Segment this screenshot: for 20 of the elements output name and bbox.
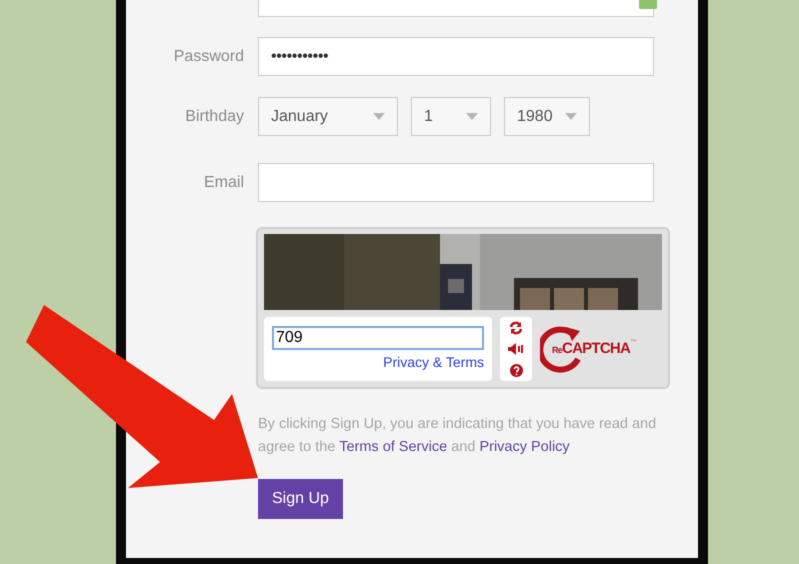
captcha-input[interactable]: 709 [272, 326, 484, 350]
terms-link[interactable]: Terms of Service [339, 439, 448, 455]
field-label: Birthday [184, 106, 245, 126]
email-field[interactable] [258, 163, 654, 202]
speaker-icon[interactable] [508, 343, 524, 356]
privacy-policy-link[interactable]: Privacy Policy [479, 439, 570, 455]
birthday-select[interactable]: 1980 [504, 97, 590, 136]
caret-icon [565, 113, 577, 120]
password-field[interactable]: ••••••••••• [258, 37, 654, 76]
field-label: Password [172, 46, 245, 66]
sign-up-button[interactable]: Sign Up [258, 479, 343, 519]
birthday-select[interactable]: 1 [411, 97, 491, 136]
birthday-select[interactable]: January [258, 97, 398, 136]
caret-icon [373, 113, 385, 120]
caret-icon [466, 113, 478, 120]
agreement-text: By clicking Sign Up, you are indicating that you have read and agree to the Terms of Service and Privacy Policy [258, 415, 658, 457]
refresh-icon[interactable] [509, 321, 523, 336]
field-label: Email [202, 172, 245, 192]
privacy-terms-link[interactable]: Privacy & Terms [383, 352, 484, 373]
help-icon[interactable] [510, 364, 522, 377]
